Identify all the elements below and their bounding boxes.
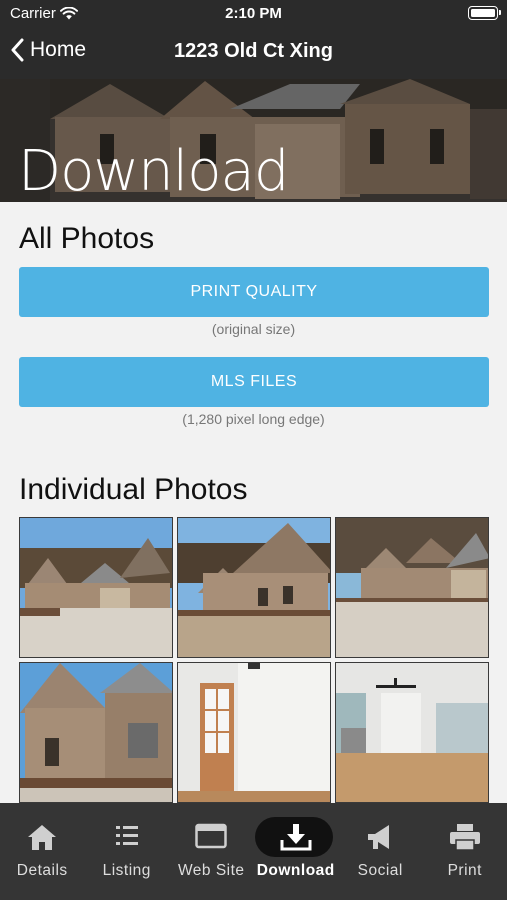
tab-label: Details <box>16 862 68 879</box>
interior-photo <box>336 663 488 802</box>
photo-thumbnail[interactable] <box>19 517 173 658</box>
house-photo <box>178 518 330 657</box>
photo-thumbnail[interactable] <box>335 517 489 658</box>
tab-social[interactable]: Social <box>338 803 423 900</box>
back-button[interactable]: Home <box>10 38 86 62</box>
printer-icon <box>449 824 480 851</box>
clock: 2:10 PM <box>225 5 282 22</box>
photo-thumbnail[interactable] <box>19 662 173 803</box>
mls-files-button[interactable]: MLS FILES <box>19 357 489 407</box>
list-icon <box>115 826 138 845</box>
chevron-left-icon <box>11 38 24 62</box>
all-photos-heading: All Photos <box>19 222 155 255</box>
photo-grid <box>19 517 490 803</box>
status-bar: Carrier 2:10 PM <box>0 0 507 26</box>
tab-label: Social <box>357 862 403 879</box>
tab-label: Web Site <box>177 862 245 879</box>
photo-thumbnail[interactable] <box>177 662 331 803</box>
download-icon <box>280 824 312 851</box>
house-icon <box>28 825 57 850</box>
house-photo <box>20 518 172 657</box>
print-quality-caption: (original size) <box>211 321 296 337</box>
mls-files-caption: (1,280 pixel long edge) <box>182 411 325 427</box>
tab-website[interactable]: Web Site <box>169 803 254 900</box>
browser-icon <box>195 823 227 849</box>
hero-title: Download <box>18 139 289 202</box>
tab-label: Download <box>256 862 335 879</box>
photo-thumbnail[interactable] <box>177 517 331 658</box>
navigation-bar: Home 1223 Old Ct Xing <box>0 26 507 79</box>
individual-photos-heading: Individual Photos <box>19 473 248 506</box>
print-quality-button[interactable]: PRINT QUALITY <box>19 267 489 317</box>
photo-thumbnail[interactable] <box>335 662 489 803</box>
battery-icon <box>468 6 501 20</box>
house-photo <box>336 518 488 657</box>
tab-label: Listing <box>102 862 151 879</box>
tab-download[interactable]: Download <box>254 803 339 900</box>
tab-label: Print <box>447 862 482 879</box>
interior-photo <box>178 663 330 802</box>
tab-print[interactable]: Print <box>423 803 507 900</box>
house-photo <box>20 663 172 802</box>
back-label: Home <box>30 38 87 61</box>
hero-banner: Download <box>0 79 507 202</box>
tab-details[interactable]: Details <box>0 803 85 900</box>
tab-listing[interactable]: Listing <box>85 803 170 900</box>
tab-bar: Details Listing Web Site Download Social… <box>0 803 507 900</box>
megaphone-icon <box>368 825 390 849</box>
